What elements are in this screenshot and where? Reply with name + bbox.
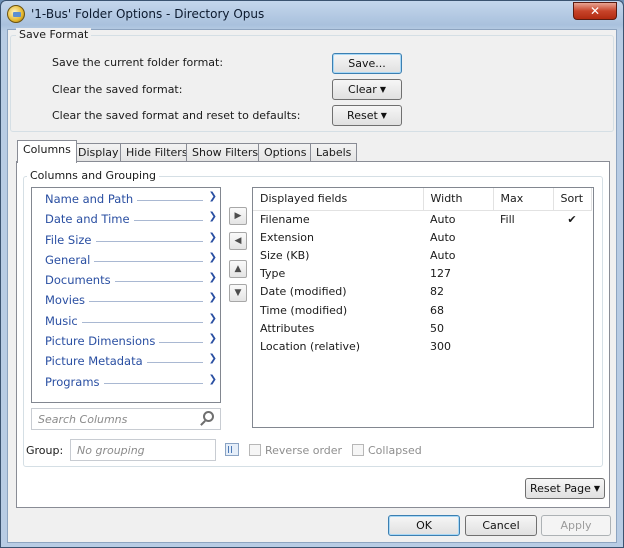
header-width[interactable]: Width [423,188,494,211]
dialog-window: '1-Bus' Folder Options - Directory Opus … [0,0,624,548]
save-row-label: Save the current folder format: [52,56,224,69]
column-categories-list[interactable]: Name and Path ❯ Date and Time ❯ File Size ❯… [31,187,221,403]
dropdown-arrow-icon: ▼ [593,484,600,493]
table-header-row: Displayed fields Width Max Sort [253,188,592,211]
save-button[interactable]: Save... [332,53,402,74]
save-format-group: Save Format Save the current folder form… [10,28,614,132]
category-date-and-time[interactable]: Date and Time ❯ [45,210,217,228]
clear-button[interactable]: Clear ▼ [332,79,402,100]
displayed-fields-table[interactable]: Displayed fields Width Max Sort Filename… [252,187,594,428]
ok-button[interactable]: OK [388,515,460,536]
chevron-down-icon: ❯ [208,191,217,202]
dialog-client: Save Format Save the current folder form… [7,28,617,543]
search-placeholder: Search Columns [38,413,128,426]
chevron-down-icon: ❯ [208,353,217,364]
collapsed-label: Collapsed [368,444,422,457]
category-name-and-path[interactable]: Name and Path ❯ [45,190,217,208]
group-placeholder: No grouping [77,444,145,457]
table-row[interactable]: Date (modified) 82 [253,283,591,301]
sort-check-icon: ✔ [567,212,577,226]
move-down-button[interactable]: ▼ [229,284,247,302]
tab-labels[interactable]: Labels [310,143,358,162]
tab-hide-filters[interactable]: Hide Filters [120,143,194,162]
chevron-down-icon: ❯ [208,211,217,222]
clear-row-label: Clear the saved format: [52,83,183,96]
group-input[interactable]: No grouping [70,439,216,461]
group-label: Group: [26,444,64,457]
search-columns-input[interactable]: Search Columns [31,408,221,430]
directory-opus-icon [7,5,25,23]
reverse-order-label: Reverse order [265,444,343,457]
tab-show-filters[interactable]: Show Filters [186,143,265,162]
title-bar[interactable]: '1-Bus' Folder Options - Directory Opus … [1,1,623,29]
save-format-label: Save Format [16,28,92,41]
move-up-button[interactable]: ▲ [229,260,247,278]
category-movies[interactable]: Movies ❯ [45,291,217,309]
arrow-right-icon: ▶ [234,211,242,221]
category-picture-dimensions[interactable]: Picture Dimensions ❯ [45,332,217,350]
table-row[interactable]: Attributes 50 [253,319,591,337]
add-column-button[interactable]: ▶ [229,207,247,225]
remove-column-button[interactable]: ◀ [229,232,247,250]
reset-row-label: Clear the saved format and reset to defa… [52,109,301,122]
fields-grid: Displayed fields Width Max Sort Filename… [253,188,592,356]
header-displayed-fields[interactable]: Displayed fields [253,188,424,211]
search-icon-handle [200,420,206,426]
reset-button[interactable]: Reset ▼ [332,105,402,126]
window-title: '1-Bus' Folder Options - Directory Opus [31,7,265,21]
arrow-left-icon: ◀ [234,236,242,246]
tab-columns[interactable]: Columns [17,140,77,163]
table-row[interactable]: Time (modified) 68 [253,301,591,319]
category-file-size[interactable]: File Size ❯ [45,231,217,249]
arrow-up-icon: ▲ [234,264,242,274]
collapsed-checkbox[interactable] [352,444,364,456]
header-max[interactable]: Max [493,188,554,211]
dropdown-arrow-icon: ▼ [379,85,386,94]
close-button[interactable]: ✕ [573,2,617,20]
columns-grouping-label: Columns and Grouping [27,169,160,182]
apply-button[interactable]: Apply [541,515,611,536]
category-picture-metadata[interactable]: Picture Metadata ❯ [45,352,217,370]
category-music[interactable]: Music ❯ [45,312,217,330]
group-options-icon[interactable] [225,443,239,456]
dropdown-arrow-icon: ▼ [380,111,387,120]
table-row[interactable]: Filename Auto Fill ✔ [253,210,591,228]
chevron-down-icon: ❯ [208,292,217,303]
cancel-button[interactable]: Cancel [465,515,537,536]
category-general[interactable]: General ❯ [45,251,217,269]
table-row[interactable]: Extension Auto [253,228,591,246]
table-row[interactable]: Size (KB) Auto [253,246,591,264]
tab-display[interactable]: Display [72,143,125,162]
chevron-down-icon: ❯ [208,272,217,283]
category-documents[interactable]: Documents ❯ [45,271,217,289]
chevron-down-icon: ❯ [208,313,217,324]
columns-tab-panel: Columns and Grouping Name and Path ❯ Date… [16,161,610,508]
table-row[interactable]: Type 127 [253,265,591,283]
chevron-down-icon: ❯ [208,252,217,263]
header-sort[interactable]: Sort [553,188,592,211]
reverse-order-checkbox[interactable] [249,444,261,456]
category-programs[interactable]: Programs ❯ [45,373,217,391]
arrow-down-icon: ▼ [234,288,242,298]
table-row[interactable]: Location (relative) 300 [253,337,591,355]
chevron-down-icon: ❯ [208,333,217,344]
reset-page-button[interactable]: Reset Page ▼ [525,478,605,499]
tab-options[interactable]: Options [258,143,313,162]
chevron-down-icon: ❯ [208,232,217,243]
columns-grouping-group: Columns and Grouping Name and Path ❯ Date… [23,169,603,467]
chevron-down-icon: ❯ [208,374,217,385]
